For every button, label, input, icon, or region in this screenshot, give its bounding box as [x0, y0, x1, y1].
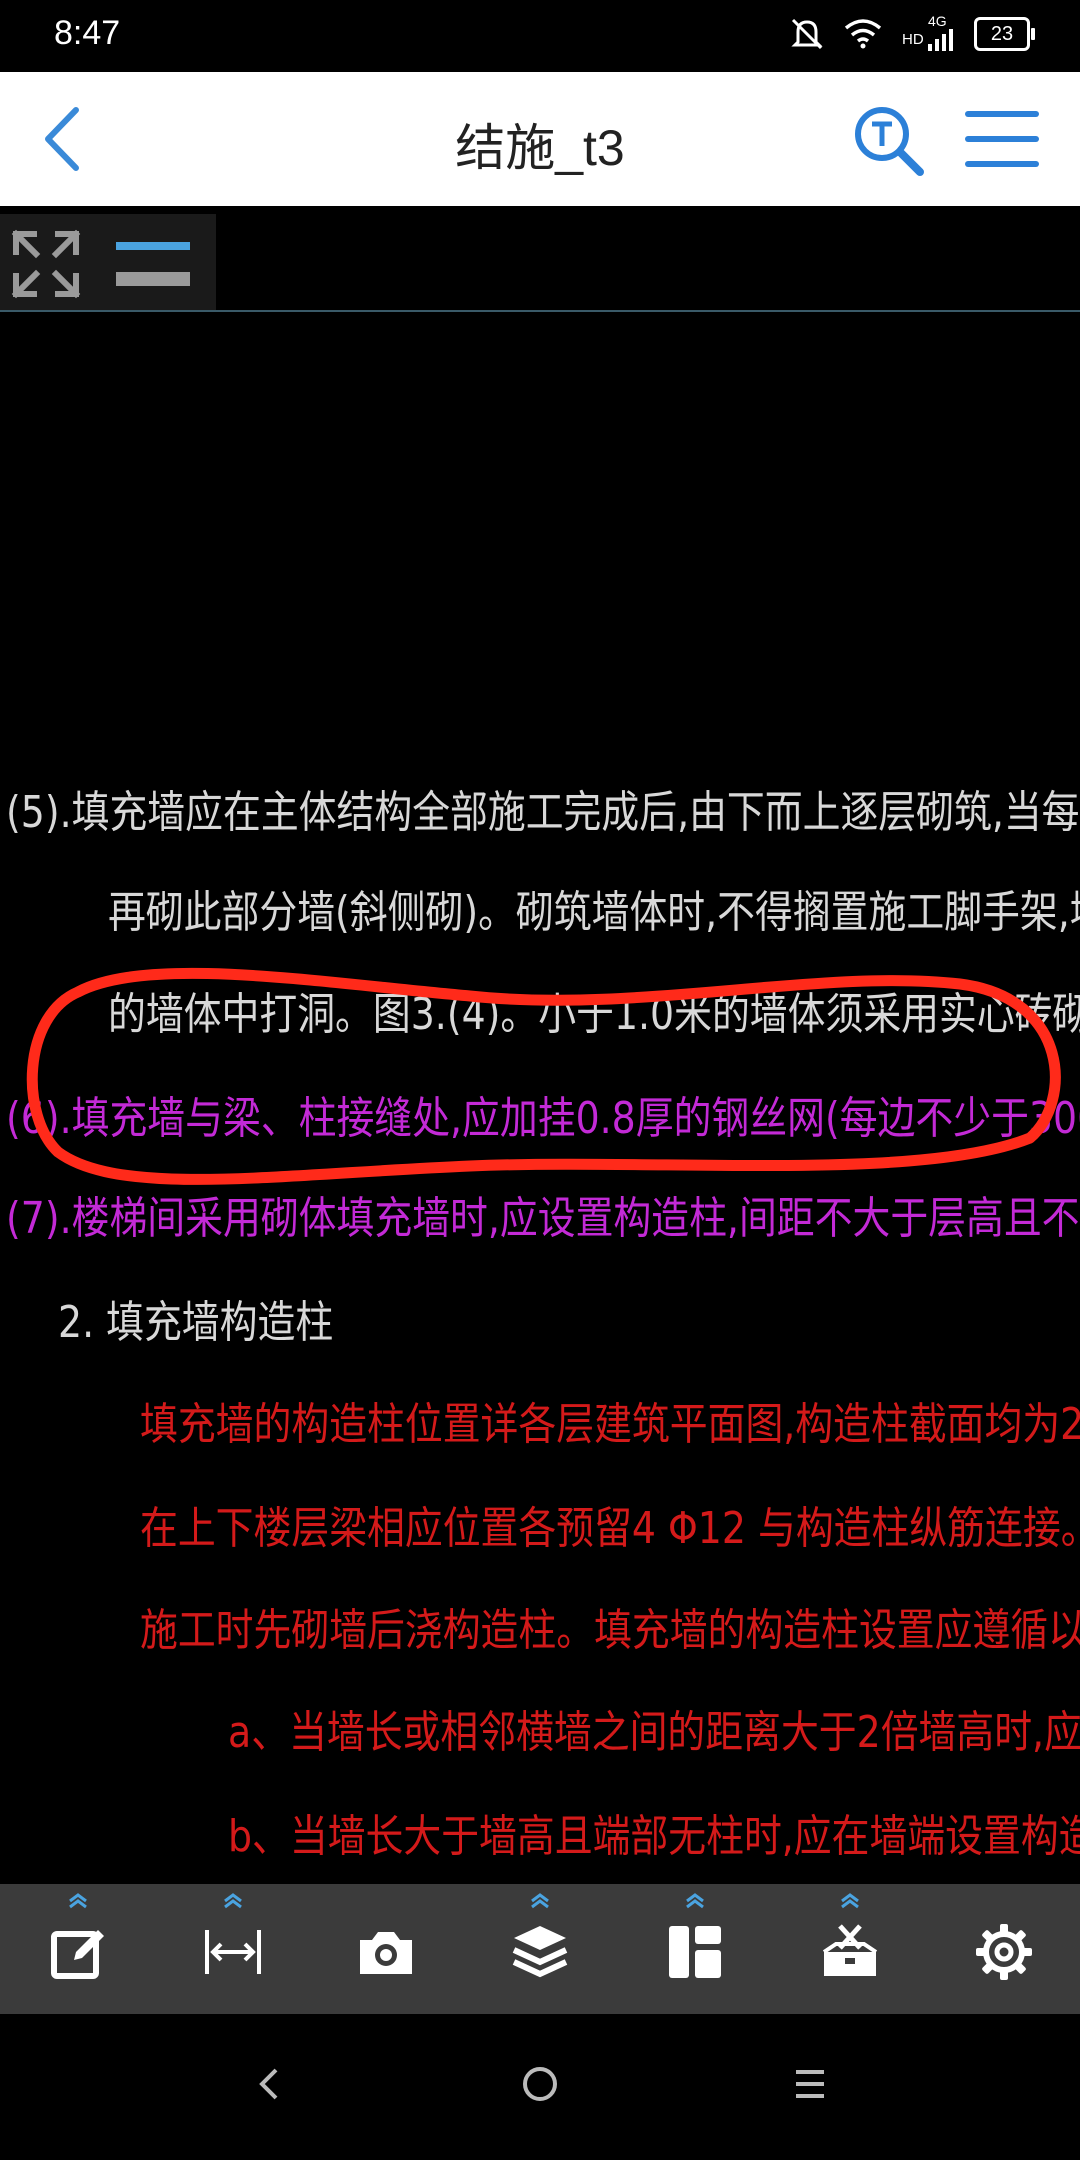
layout-panels-icon [669, 1926, 721, 1978]
drawing-note-line-1: (5).填充墙应在主体结构全部施工完成后,由下而上逐层砌筑,当每层砌至板 [6, 787, 1080, 838]
status-bar: 8:47 HD 4G 23 [0, 0, 1080, 72]
layout-tool[interactable] [645, 1884, 745, 2014]
gear-icon [976, 1924, 1032, 1980]
canvas-divider [0, 310, 1080, 312]
drawing-note-line-2: 再砌此部分墙(斜侧砌)。砌筑墙体时,不得搁置施工脚手架,墙体预埋 [108, 887, 1080, 938]
nav-back-button[interactable] [240, 2054, 300, 2114]
toolbox-icon [822, 1924, 878, 1976]
status-icons: HD 4G 23 [790, 13, 1035, 52]
drawing-canvas[interactable]: (5).填充墙应在主体结构全部施工完成后,由下而上逐层砌筑,当每层砌至板 再砌此… [0, 206, 1080, 1884]
search-text-icon [855, 107, 924, 176]
nav-home-icon [523, 2067, 557, 2101]
measure-distance-icon [205, 1930, 261, 1974]
camera-icon [360, 1932, 412, 1974]
expand-up-chevron-icon [224, 1893, 242, 1909]
nav-recents-icon [796, 2070, 824, 2098]
expand-arrows-icon [11, 229, 81, 299]
toolbox-tool[interactable] [800, 1884, 900, 2014]
mute-bell-icon [791, 18, 823, 50]
panel-lines-icon [116, 242, 190, 286]
canvas-toolbar [0, 214, 216, 312]
drawing-note-line-3: 的墙体中打洞。图3.(4)。小于1.0米的墙体须采用实心砖砌筑。 [108, 989, 1080, 1040]
drawing-note-line-9: a、当墙长或相邻横墙之间的距离大于2倍墙高时,应在墙中 [228, 1707, 1080, 1758]
hamburger-menu-icon [965, 111, 1039, 167]
drawing-note-line-8: 施工时先砌墙后浇构造柱。填充墙的构造柱设置应遵循以下原则: [140, 1605, 1080, 1656]
drawing-heading: 2. 填充墙构造柱 [58, 1297, 334, 1348]
menu-button[interactable] [964, 106, 1040, 172]
nav-recents-button[interactable] [780, 2054, 840, 2114]
drawing-note-line-10: b、当墙长大于墙高且端部无柱时,应在墙端设置构造柱。 [228, 1811, 1080, 1862]
hd-label: HD [902, 31, 924, 48]
drawing-note-line-5: (7).楼梯间采用砌体填充墙时,应设置构造柱,间距不大于层高且不大于4米 [6, 1193, 1080, 1244]
system-nav-bar [0, 2014, 1080, 2160]
annotate-tool[interactable] [28, 1884, 128, 2014]
battery-indicator: 23 [974, 17, 1035, 51]
expand-up-chevron-icon [531, 1893, 549, 1909]
expand-up-chevron-icon [69, 1893, 87, 1909]
signal-icon [928, 29, 953, 51]
app-header: 结施_t3 [0, 72, 1080, 206]
drawing-note-line-4: (6).填充墙与梁、柱接缝处,应加挂0.8厚的钢丝网(每边不少于300)。 [6, 1093, 1080, 1144]
network-label: 4G [928, 13, 947, 29]
expand-up-chevron-icon [841, 1893, 859, 1909]
drawing-note-line-6: 填充墙的构造柱位置详各层建筑平面图,构造柱截面均为200x20 [140, 1399, 1080, 1450]
wifi-icon [844, 19, 882, 49]
panel-toggle-button[interactable] [112, 232, 196, 296]
text-search-button[interactable] [850, 102, 930, 182]
fullscreen-button[interactable] [8, 226, 84, 302]
camera-tool[interactable] [336, 1884, 436, 2014]
nav-back-icon [259, 2068, 278, 2100]
battery-level: 23 [990, 22, 1014, 45]
drawing-note-line-7: 在上下楼层梁相应位置各预留4 Φ12 与构造柱纵筋连接。构造柱与 [140, 1503, 1080, 1554]
expand-up-chevron-icon [686, 1893, 704, 1909]
layers-tool[interactable] [490, 1884, 590, 2014]
edit-note-icon [51, 1930, 104, 1979]
layers-icon [512, 1926, 568, 1978]
nav-home-button[interactable] [510, 2054, 570, 2114]
network-indicator: HD 4G [902, 13, 956, 51]
bottom-toolbar [0, 1884, 1080, 2014]
status-time: 8:47 [54, 14, 121, 52]
measure-tool[interactable] [183, 1884, 283, 2014]
settings-tool[interactable] [954, 1884, 1054, 2014]
